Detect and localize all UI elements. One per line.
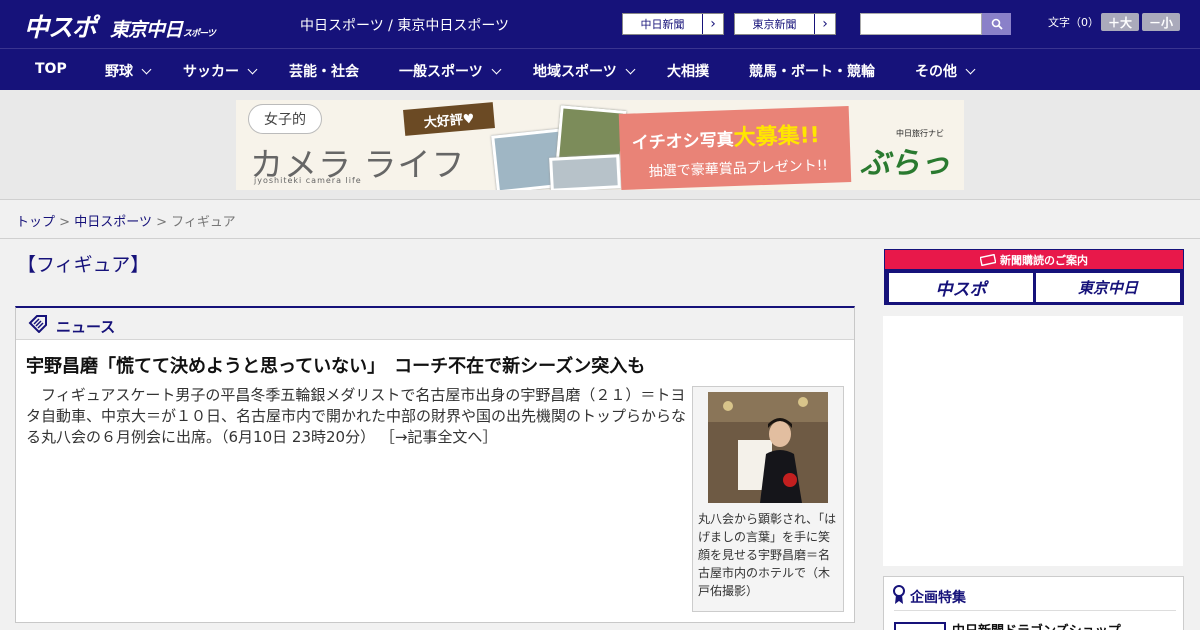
news-section-header: ニュース <box>16 308 854 340</box>
banner-tag: 大好評♥ <box>403 102 495 136</box>
banner-roman: jyoshiteki camera life <box>254 176 362 185</box>
nav-item-local-sports[interactable]: 地域スポーツ <box>533 61 636 81</box>
nav-item-entertainment[interactable]: 芸能・社会 <box>289 61 359 81</box>
main-nav: TOP 野球 サッカー 芸能・社会 一般スポーツ 地域スポーツ 大相撲 競馬・ボ… <box>0 48 1200 90</box>
banner-photo-ship <box>549 154 621 190</box>
nav-item-baseball[interactable]: 野球 <box>105 61 152 81</box>
logo-tokyo-chunichi: 東京中日スポーツ <box>110 19 216 41</box>
subscribe-chuspo-button[interactable]: 中スポ <box>889 273 1033 302</box>
banner-headline: イチオシ写真大募集!! <box>631 123 821 154</box>
divider <box>0 238 1200 239</box>
search-input[interactable] <box>860 13 982 35</box>
search-icon <box>991 18 1003 30</box>
breadcrumb-separator: > <box>59 215 71 230</box>
nav-item-sumo[interactable]: 大相撲 <box>667 61 709 81</box>
breadcrumb-current: フィギュア <box>171 215 236 230</box>
breadcrumb: トップ > 中日スポーツ > フィギュア <box>16 211 236 230</box>
news-section: ニュース 宇野昌磨「慌てて決めようと思っていない」 コーチ不在で新シーズン突入も… <box>15 306 855 623</box>
breadcrumb-section[interactable]: 中日スポーツ <box>74 215 152 230</box>
nav-item-racing[interactable]: 競馬・ボート・競輪 <box>749 61 875 81</box>
tokyo-shimbun-link[interactable]: 東京新聞 › <box>734 13 836 35</box>
subscribe-tokyo-chunichi-button[interactable]: 東京中日 <box>1036 273 1180 302</box>
news-body: フィギュアスケート男子の平昌冬季五輪銀メダリストで名古屋市出身の宇野昌磨（２１）… <box>26 385 686 448</box>
chevron-down-icon <box>625 64 636 75</box>
news-photo-image <box>708 392 828 503</box>
site-logo[interactable]: 中スポ 東京中日スポーツ <box>24 8 216 44</box>
chevron-down-icon <box>141 64 152 75</box>
nav-item-top[interactable]: TOP <box>35 61 67 77</box>
banner-area: 女子的 カメラ ライフ jyoshiteki camera life 大好評♥ … <box>0 90 1200 200</box>
top-header: 中スポ 東京中日スポーツ 中日スポーツ / 東京中日スポーツ 中日新聞 › 東京… <box>0 0 1200 48</box>
banner-bubble: 女子的 <box>248 104 322 134</box>
news-body-text: フィギュアスケート男子の平昌冬季五輪銀メダリストで名古屋市出身の宇野昌磨（２１）… <box>26 386 687 446</box>
divider <box>894 610 1176 611</box>
breadcrumb-separator: > <box>156 215 167 230</box>
page-title: 【フィギュア】 <box>17 254 150 276</box>
news-section-label: ニュース <box>56 318 116 336</box>
feature-item-dragons-shop[interactable]: 中日新聞ドラゴンズショップ <box>952 620 1121 630</box>
tag-icon <box>28 315 47 333</box>
chunichi-shimbun-link[interactable]: 中日新聞 › <box>622 13 724 35</box>
font-smaller-button[interactable]: －小 <box>1142 13 1180 31</box>
news-photo[interactable] <box>708 392 828 503</box>
read-more-link[interactable]: ［→記事全文へ］ <box>380 428 498 446</box>
news-photo-box: 丸八会から顕彰され、「はげましの言葉」を手に笑顔を見せる宇野昌磨＝名古屋市内のホ… <box>692 386 844 612</box>
search-button[interactable] <box>982 13 1011 35</box>
tokyo-shimbun-label: 東京新聞 <box>735 14 815 34</box>
banner-brand-name: ぶらっ人 <box>860 146 950 181</box>
nav-item-general-sports[interactable]: 一般スポーツ <box>399 61 502 81</box>
chevron-right-icon: › <box>710 16 716 32</box>
chevron-down-icon <box>491 64 502 75</box>
chunichi-shimbun-label: 中日新聞 <box>623 14 703 34</box>
banner-subline: 抽選で豪華賞品プレゼント!! <box>648 157 829 181</box>
banner-brand: 中日旅行ナビ ぶらっ人 <box>856 100 964 190</box>
ribbon-icon <box>893 585 905 604</box>
feature-box: 企画特集 中日新聞ドラゴンズショップ <box>883 576 1184 630</box>
font-bigger-button[interactable]: ＋大 <box>1101 13 1139 31</box>
banner-pink-card: イチオシ写真大募集!! 抽選で豪華賞品プレゼント!! <box>618 106 852 190</box>
font-size-label: 文字（0） <box>1048 16 1099 29</box>
logo-chuspo: 中スポ <box>24 13 97 42</box>
subscription-box: 新聞購読のご案内 中スポ 東京中日 <box>884 249 1184 305</box>
site-description: 中日スポーツ / 東京中日スポーツ <box>300 18 510 34</box>
news-headline[interactable]: 宇野昌磨「慌てて決めようと思っていない」 コーチ不在で新シーズン突入も <box>26 352 645 378</box>
breadcrumb-top[interactable]: トップ <box>16 215 55 230</box>
nav-item-soccer[interactable]: サッカー <box>183 61 258 81</box>
chevron-right-icon: › <box>822 16 828 32</box>
camera-life-banner[interactable]: 女子的 カメラ ライフ jyoshiteki camera life 大好評♥ … <box>236 100 964 190</box>
chevron-down-icon <box>247 64 258 75</box>
feature-thumbnail[interactable] <box>894 622 946 630</box>
ad-slot <box>883 316 1183 566</box>
chevron-down-icon <box>965 64 976 75</box>
feature-header: 企画特集 <box>910 590 966 606</box>
nav-item-other[interactable]: その他 <box>915 61 976 81</box>
ticket-icon <box>980 253 996 266</box>
subscription-header: 新聞購読のご案内 <box>885 250 1183 269</box>
photo-caption: 丸八会から顕彰され、「はげましの言葉」を手に笑顔を見せる宇野昌磨＝名古屋市内のホ… <box>698 512 837 598</box>
